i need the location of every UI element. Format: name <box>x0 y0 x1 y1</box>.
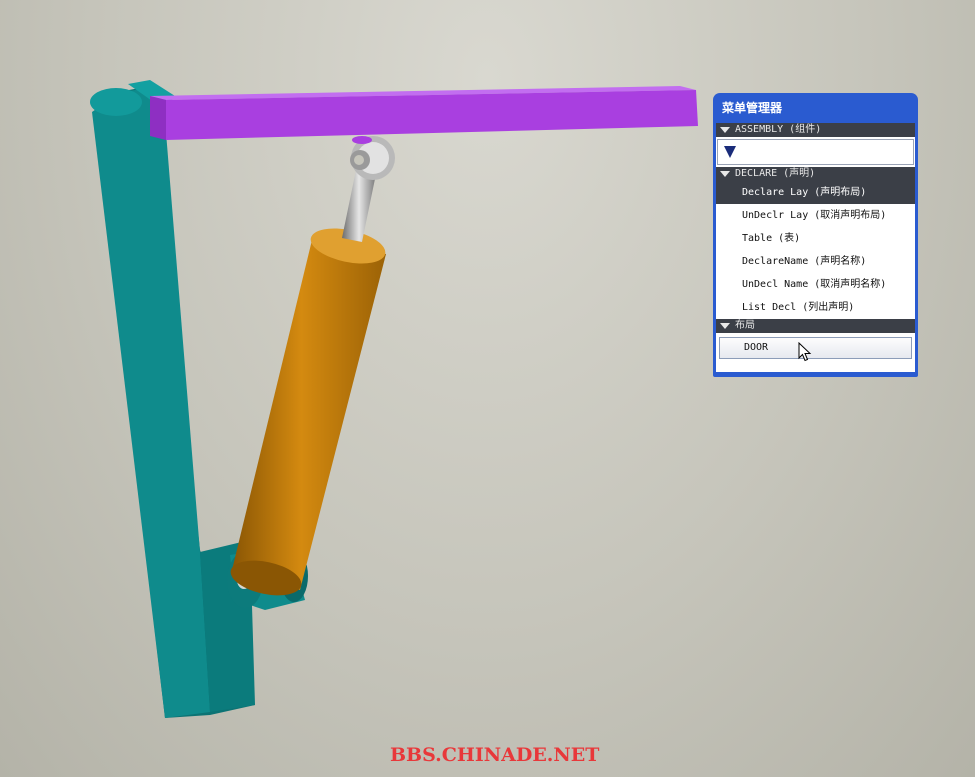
piston-rod[interactable] <box>342 136 395 242</box>
section-label-assembly: ASSEMBLY (组件) <box>735 124 822 135</box>
watermark-text: BBS.CHINADE.NET <box>390 744 600 766</box>
menu-manager-title: 菜单管理器 <box>722 101 783 115</box>
section-label-declare: DECLARE (声明) <box>735 168 816 179</box>
section-header-layout[interactable]: 布局 <box>716 319 915 333</box>
frame-post[interactable] <box>90 80 255 718</box>
menu-manager-body: ASSEMBLY (组件) DECLARE (声明) Declare Lay (… <box>716 123 915 372</box>
menu-item-table[interactable]: Table (表) <box>716 227 915 250</box>
menu-item-declarename[interactable]: DeclareName (声明名称) <box>716 250 915 273</box>
collapse-triangle-icon <box>720 171 730 177</box>
assembly-dropdown[interactable] <box>717 139 914 165</box>
door-button-label: DOOR <box>744 342 769 353</box>
dropdown-triangle-icon <box>724 146 736 158</box>
section-header-declare[interactable]: DECLARE (声明) <box>716 167 915 181</box>
menu-manager-window[interactable]: 菜单管理器 ASSEMBLY (组件) DECLARE (声明) Declare… <box>713 93 918 377</box>
menu-item-undecl-name[interactable]: UnDecl Name (取消声明名称) <box>716 273 915 296</box>
section-header-assembly[interactable]: ASSEMBLY (组件) <box>716 123 915 137</box>
menu-item-undeclr-lay[interactable]: UnDeclr Lay (取消声明布局) <box>716 204 915 227</box>
door-button[interactable]: DOOR <box>719 337 912 362</box>
mouse-cursor-icon <box>798 342 812 362</box>
collapse-triangle-icon <box>720 127 730 133</box>
collapse-triangle-icon <box>720 323 730 329</box>
menu-item-declare-lay[interactable]: Declare Lay (声明布局) <box>716 181 915 204</box>
menu-item-list-decl[interactable]: List Decl (列出声明) <box>716 296 915 319</box>
purple-beam[interactable] <box>150 86 698 144</box>
hydraulic-cylinder[interactable] <box>227 222 388 601</box>
section-label-layout: 布局 <box>735 320 755 331</box>
